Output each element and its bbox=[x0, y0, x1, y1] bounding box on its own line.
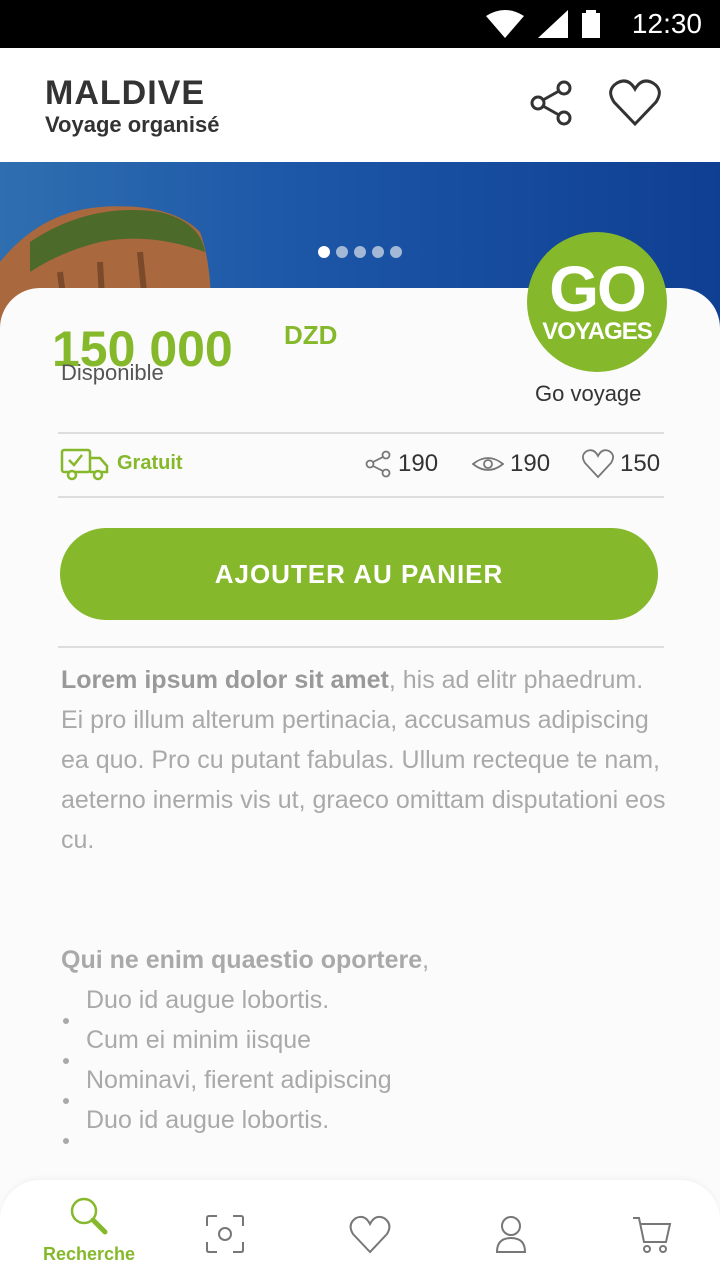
cart-icon bbox=[633, 1217, 672, 1253]
nav-search[interactable]: Recherche bbox=[17, 1180, 161, 1280]
status-time: 12:30 bbox=[631, 8, 702, 39]
page-subtitle: Voyage organisé bbox=[45, 112, 220, 137]
description-paragraph: Lorem ipsum dolor sit amet, his ad elitr… bbox=[61, 660, 671, 860]
heart-icon bbox=[582, 449, 614, 479]
view-count: 190 bbox=[510, 450, 551, 477]
vendor-logo-go: GO bbox=[549, 253, 647, 325]
list-item: Cum ei minim iisque bbox=[61, 1020, 671, 1064]
nav-scan[interactable] bbox=[153, 1180, 297, 1280]
shipping-label: Gratuit bbox=[117, 452, 183, 474]
section-heading-bold: Qui ne enim quaestio oportere bbox=[61, 946, 423, 974]
nav-profile[interactable] bbox=[439, 1180, 583, 1280]
vendor-logo-voyages: VOYAGES bbox=[542, 318, 653, 345]
carousel-dot[interactable] bbox=[336, 246, 348, 258]
add-to-cart-button[interactable]: AJOUTER AU PANIER bbox=[60, 528, 658, 620]
description-list: Duo id augue lobortis. Cum ei minim iisq… bbox=[61, 980, 671, 1144]
nav-search-label: Recherche bbox=[42, 1244, 136, 1264]
divider bbox=[58, 432, 664, 434]
share-icon[interactable] bbox=[526, 78, 576, 128]
like-count-stat: 150 bbox=[582, 446, 660, 482]
vendor-name[interactable]: Go voyage bbox=[535, 381, 641, 407]
vendor-logo[interactable]: GO VOYAGES bbox=[527, 232, 667, 372]
carousel-dot[interactable] bbox=[318, 246, 330, 258]
description-text: , his ad elitr phaedrum. Ei pro illum al… bbox=[61, 666, 666, 854]
availability-status: Disponible bbox=[61, 360, 164, 385]
divider bbox=[58, 646, 664, 648]
share-count: 190 bbox=[398, 450, 439, 477]
section-heading-rest: , bbox=[422, 946, 430, 974]
list-item: Duo id augue lobortis. bbox=[61, 980, 671, 1024]
nav-favorites[interactable] bbox=[298, 1180, 442, 1280]
carousel-dot[interactable] bbox=[372, 246, 384, 258]
list-item: Duo id augue lobortis. bbox=[61, 1100, 671, 1144]
page-title: MALDIVE bbox=[45, 74, 205, 112]
app-bar: MALDIVE Voyage organisé bbox=[0, 48, 720, 162]
battery-icon bbox=[582, 10, 600, 38]
list-item: Nominavi, fierent adipiscing bbox=[61, 1060, 671, 1104]
user-icon bbox=[495, 1216, 527, 1253]
signal-icon bbox=[538, 10, 568, 38]
status-icons bbox=[486, 10, 600, 38]
nav-cart[interactable] bbox=[580, 1180, 720, 1280]
carousel-dots[interactable] bbox=[318, 246, 402, 258]
eye-icon bbox=[472, 457, 504, 471]
heart-icon bbox=[349, 1215, 391, 1254]
carousel-dot[interactable] bbox=[390, 246, 402, 258]
share-icon bbox=[365, 450, 391, 478]
search-icon bbox=[70, 1197, 108, 1235]
carousel-dot[interactable] bbox=[354, 246, 366, 258]
share-count-stat: 190 bbox=[364, 446, 438, 482]
description-section-heading: Qui ne enim quaestio oportere, bbox=[61, 940, 671, 980]
bullet bbox=[63, 1138, 69, 1144]
wifi-icon bbox=[486, 10, 524, 38]
divider bbox=[58, 496, 664, 498]
like-count: 150 bbox=[620, 450, 661, 477]
favorite-heart-icon[interactable] bbox=[608, 78, 662, 128]
status-bar: 12:30 bbox=[0, 0, 720, 48]
bottom-navigation: Recherche bbox=[0, 1180, 720, 1280]
scan-icon bbox=[206, 1215, 244, 1253]
price-currency: DZD bbox=[284, 320, 338, 350]
delivery-truck-icon bbox=[60, 448, 109, 481]
description-lead: Lorem ipsum dolor sit amet bbox=[61, 666, 389, 694]
view-count-stat: 190 bbox=[472, 446, 550, 482]
